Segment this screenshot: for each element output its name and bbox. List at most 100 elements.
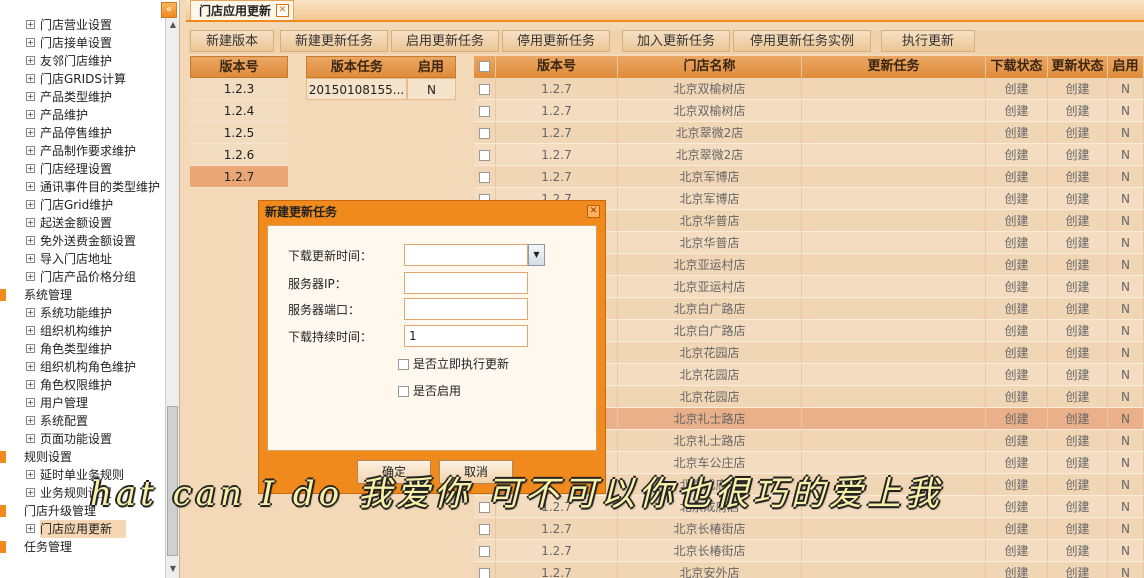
sidebar-item[interactable]: + 门店接单设置: [0, 34, 166, 52]
expand-icon[interactable]: +: [26, 308, 35, 317]
sidebar-item[interactable]: + 系统功能维护: [0, 304, 166, 322]
version-row[interactable]: 1.2.5: [190, 122, 288, 144]
scroll-up-icon[interactable]: ▲: [168, 20, 178, 30]
expand-icon[interactable]: +: [26, 254, 35, 263]
version-row[interactable]: 1.2.3: [190, 78, 288, 100]
sidebar-item[interactable]: + 产品停售维护: [0, 124, 166, 142]
disable-instance-button[interactable]: 停用更新任务实例: [733, 30, 871, 52]
row-checkbox[interactable]: [474, 144, 496, 165]
disable-task-button[interactable]: 停用更新任务: [502, 30, 610, 52]
sidebar-item[interactable]: + 门店Grid维护: [0, 196, 166, 214]
row-checkbox[interactable]: [474, 122, 496, 143]
row-checkbox[interactable]: [474, 166, 496, 187]
close-tab-icon[interactable]: ✕: [276, 4, 290, 17]
expand-icon[interactable]: +: [26, 416, 35, 425]
execute-update-button[interactable]: 执行更新: [881, 30, 975, 52]
new-task-button[interactable]: 新建更新任务: [280, 30, 388, 52]
tab-store-app-update[interactable]: 门店应用更新 ✕: [190, 0, 295, 20]
expand-icon[interactable]: +: [26, 200, 35, 209]
expand-icon[interactable]: +: [26, 434, 35, 443]
sidebar-item[interactable]: + 角色权限维护: [0, 376, 166, 394]
version-row[interactable]: 1.2.4: [190, 100, 288, 122]
grid-row[interactable]: 1.2.7 北京翠微2店 创建 创建 N: [474, 122, 1144, 144]
sidebar-item[interactable]: + 用户管理: [0, 394, 166, 412]
sidebar-item-label: 友邻门店维护: [40, 54, 113, 68]
expand-icon[interactable]: +: [26, 524, 35, 533]
expand-icon[interactable]: +: [26, 236, 35, 245]
execute-now-checkbox[interactable]: 是否立即执行更新: [398, 356, 509, 372]
expand-icon[interactable]: +: [26, 164, 35, 173]
group-marker-icon: [0, 451, 6, 463]
sidebar-group[interactable]: 规则设置: [0, 448, 166, 466]
expand-icon[interactable]: +: [26, 380, 35, 389]
expand-icon[interactable]: +: [26, 470, 35, 479]
expand-icon[interactable]: +: [26, 272, 35, 281]
expand-icon[interactable]: +: [26, 326, 35, 335]
server-ip-input[interactable]: [404, 272, 528, 294]
grid-row[interactable]: 1.2.7 北京军博店 创建 创建 N: [474, 166, 1144, 188]
expand-icon[interactable]: +: [26, 488, 35, 497]
sidebar-item[interactable]: + 系统配置: [0, 412, 166, 430]
sidebar-item[interactable]: + 产品维护: [0, 106, 166, 124]
expand-icon[interactable]: +: [26, 20, 35, 29]
sidebar-item[interactable]: + 产品类型维护: [0, 88, 166, 106]
expand-icon[interactable]: +: [26, 398, 35, 407]
sidebar-item[interactable]: + 门店应用更新: [0, 520, 166, 538]
download-duration-input[interactable]: 1: [404, 325, 528, 347]
grid-row[interactable]: 1.2.7 北京翠微2店 创建 创建 N: [474, 144, 1144, 166]
sidebar-item[interactable]: + 门店营业设置: [0, 16, 166, 34]
sidebar-item[interactable]: + 门店产品价格分组: [0, 268, 166, 286]
expand-icon[interactable]: +: [26, 146, 35, 155]
expand-icon[interactable]: +: [26, 110, 35, 119]
grid-row[interactable]: 1.2.7 北京长椿街店 创建 创建 N: [474, 518, 1144, 540]
expand-icon[interactable]: +: [26, 182, 35, 191]
chevron-down-icon[interactable]: ▼: [528, 244, 545, 266]
sidebar-item[interactable]: + 起送金额设置: [0, 214, 166, 232]
sidebar-group[interactable]: 系统管理: [0, 286, 166, 304]
version-row[interactable]: 1.2.7: [190, 166, 288, 188]
sidebar-item[interactable]: + 门店经理设置: [0, 160, 166, 178]
grid-row[interactable]: 1.2.7 北京安外店 创建 创建 N: [474, 562, 1144, 578]
grid-row[interactable]: 1.2.7 北京双榆树店 创建 创建 N: [474, 100, 1144, 122]
sidebar-item[interactable]: + 友邻门店维护: [0, 52, 166, 70]
expand-icon[interactable]: +: [26, 344, 35, 353]
expand-icon[interactable]: +: [26, 56, 35, 65]
scroll-down-icon[interactable]: ▼: [168, 564, 178, 574]
download-time-input[interactable]: [404, 244, 528, 266]
sidebar-group[interactable]: 任务管理: [0, 538, 166, 556]
row-checkbox[interactable]: [474, 78, 496, 99]
grid-row[interactable]: 1.2.7 北京双榆树店 创建 创建 N: [474, 78, 1144, 100]
expand-icon[interactable]: +: [26, 128, 35, 137]
server-port-input[interactable]: [404, 298, 528, 320]
sidebar-item[interactable]: + 通讯事件目的类型维护: [0, 178, 166, 196]
sidebar-item[interactable]: + 角色类型维护: [0, 340, 166, 358]
checkbox-icon[interactable]: [398, 359, 409, 370]
sidebar-item[interactable]: + 导入门店地址: [0, 250, 166, 268]
expand-icon[interactable]: +: [26, 92, 35, 101]
enable-task-button[interactable]: 启用更新任务: [391, 30, 499, 52]
sidebar-item[interactable]: + 免外送费金额设置: [0, 232, 166, 250]
row-checkbox[interactable]: [474, 100, 496, 121]
select-all-checkbox[interactable]: [474, 56, 496, 78]
enable-checkbox[interactable]: 是否启用: [398, 383, 461, 399]
expand-icon[interactable]: +: [26, 74, 35, 83]
row-checkbox[interactable]: [474, 518, 496, 539]
new-version-button[interactable]: 新建版本: [190, 30, 274, 52]
task-row[interactable]: 20150108155... N: [306, 78, 456, 100]
expand-icon[interactable]: +: [26, 362, 35, 371]
sidebar-item[interactable]: + 页面功能设置: [0, 430, 166, 448]
sidebar-item[interactable]: + 产品制作要求维护: [0, 142, 166, 160]
expand-icon[interactable]: +: [26, 218, 35, 227]
add-task-button[interactable]: 加入更新任务: [622, 30, 730, 52]
checkbox-icon[interactable]: [398, 386, 409, 397]
update-status-cell: 创建: [1048, 562, 1108, 578]
row-checkbox[interactable]: [474, 540, 496, 561]
row-checkbox[interactable]: [474, 562, 496, 578]
version-row[interactable]: 1.2.6: [190, 144, 288, 166]
sidebar-item[interactable]: + 组织机构角色维护: [0, 358, 166, 376]
close-dialog-icon[interactable]: ✕: [587, 205, 600, 218]
sidebar-item[interactable]: + 门店GRIDS计算: [0, 70, 166, 88]
sidebar-item[interactable]: + 组织机构维护: [0, 322, 166, 340]
grid-row[interactable]: 1.2.7 北京长椿街店 创建 创建 N: [474, 540, 1144, 562]
expand-icon[interactable]: +: [26, 38, 35, 47]
